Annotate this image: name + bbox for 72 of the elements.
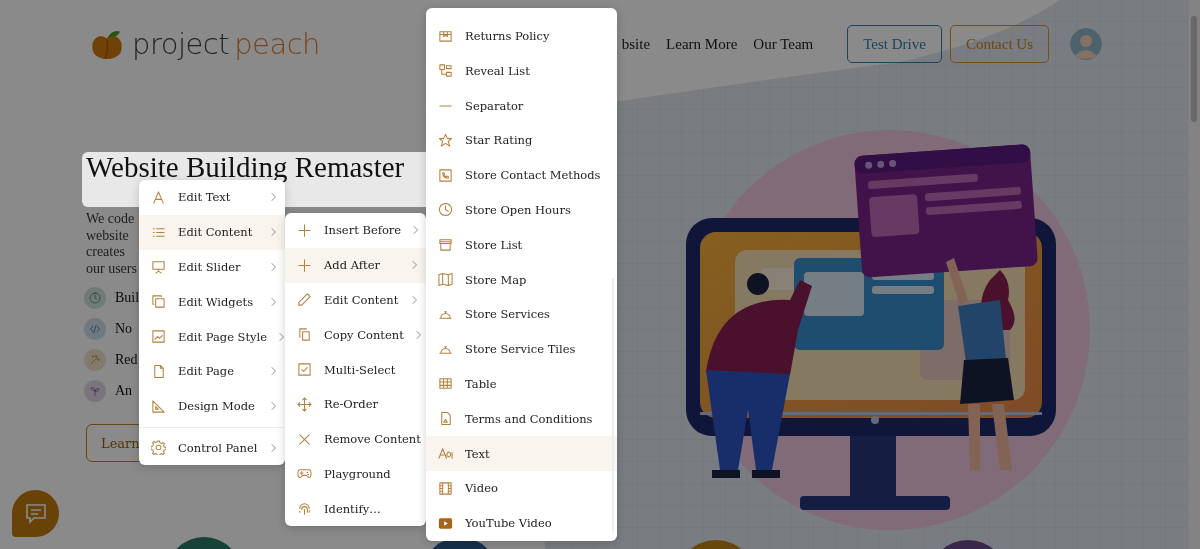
- page-icon: [151, 363, 166, 379]
- menu-item[interactable]: Edit Widgets: [139, 284, 285, 320]
- menu-item[interactable]: Design Mode: [139, 388, 285, 424]
- menu-item[interactable]: Video: [426, 470, 617, 506]
- menu-item[interactable]: Edit Content: [139, 214, 285, 250]
- nav-link[interactable]: Our Team: [753, 35, 814, 53]
- pencil-icon: [297, 292, 312, 308]
- page-scrollbar[interactable]: [1188, 0, 1200, 549]
- feature-text: Buil: [115, 290, 140, 306]
- menu-item[interactable]: Store Service Tiles: [426, 331, 617, 367]
- clock-icon: [438, 202, 453, 218]
- stacked-squares-icon: [151, 294, 166, 310]
- document-icon: [438, 411, 453, 427]
- star-icon: [438, 132, 453, 148]
- box-icon: [438, 28, 453, 44]
- logo-wordmark[interactable]: project peach: [132, 27, 320, 61]
- gear-icon: [151, 440, 166, 456]
- map-icon: [438, 272, 453, 288]
- picture-frame-icon: [151, 329, 166, 345]
- hierarchy-icon: [438, 63, 453, 79]
- close-icon: [297, 431, 312, 447]
- nav-link[interactable]: Learn More: [666, 35, 738, 53]
- move-arrows-icon: [297, 396, 312, 412]
- menu-item[interactable]: Reveal List: [426, 53, 617, 89]
- feature-text: No: [115, 321, 133, 337]
- menu-item[interactable]: Copy Content: [285, 317, 426, 353]
- line-icon: [438, 104, 453, 107]
- chat-button[interactable]: [12, 490, 59, 537]
- table-icon: [438, 376, 453, 392]
- menu-item[interactable]: Control Panel: [139, 430, 285, 466]
- font-icon: [438, 446, 453, 462]
- nav-link[interactable]: bsite: [621, 35, 651, 53]
- play-icon: [438, 515, 453, 531]
- paragraph-line: creates: [86, 244, 126, 261]
- menu-item[interactable]: Store List: [426, 227, 617, 263]
- menu-item[interactable]: Add After: [285, 247, 426, 283]
- menu-item[interactable]: Store Map: [426, 262, 617, 297]
- copy-icon: [297, 327, 312, 343]
- menu-item[interactable]: Insert Before: [285, 213, 426, 248]
- menu-item[interactable]: Table: [426, 366, 617, 402]
- menu-item[interactable]: Edit Page Style: [139, 319, 285, 354]
- checkbox-icon: [297, 362, 312, 378]
- menu-item[interactable]: Terms and Conditions: [426, 401, 617, 437]
- plus-icon: [297, 222, 312, 238]
- avatar-icon[interactable]: [1070, 28, 1102, 60]
- film-icon: [438, 480, 453, 496]
- paragraph-line: our users: [86, 260, 137, 277]
- menu-item[interactable]: Edit Slider: [139, 249, 285, 285]
- paragraph-line: website: [86, 227, 130, 244]
- menu-item[interactable]: Identify…: [285, 491, 426, 527]
- menu-item[interactable]: Multi-Select: [285, 352, 426, 387]
- phone-icon: [438, 167, 453, 183]
- fingerprint-icon: [297, 501, 312, 517]
- plus-icon: [297, 257, 312, 273]
- feature-text: An: [115, 383, 133, 399]
- paragraph-line: We code: [86, 211, 136, 228]
- store-icon: [438, 237, 453, 253]
- menu-item[interactable]: Playground: [285, 456, 426, 492]
- hero-heading: Website Building Remaster: [86, 154, 405, 181]
- menu-item[interactable]: YouTube Video: [426, 505, 617, 541]
- menu-item[interactable]: Remove Content: [285, 421, 426, 457]
- menu-item[interactable]: Returns Policy: [426, 18, 617, 54]
- menu-item[interactable]: Edit Page: [139, 354, 285, 389]
- menu-item[interactable]: Text: [426, 436, 617, 471]
- letter-a-icon: [151, 189, 166, 205]
- menu-item[interactable]: Separator: [426, 88, 617, 123]
- menu-item[interactable]: Store Services: [426, 296, 617, 332]
- feature-text: Red: [115, 352, 138, 368]
- menu-item[interactable]: Re-Order: [285, 387, 426, 422]
- chat-icon: [23, 501, 48, 526]
- menu-item[interactable]: Edit Content: [285, 282, 426, 318]
- presentation-icon: [151, 259, 166, 275]
